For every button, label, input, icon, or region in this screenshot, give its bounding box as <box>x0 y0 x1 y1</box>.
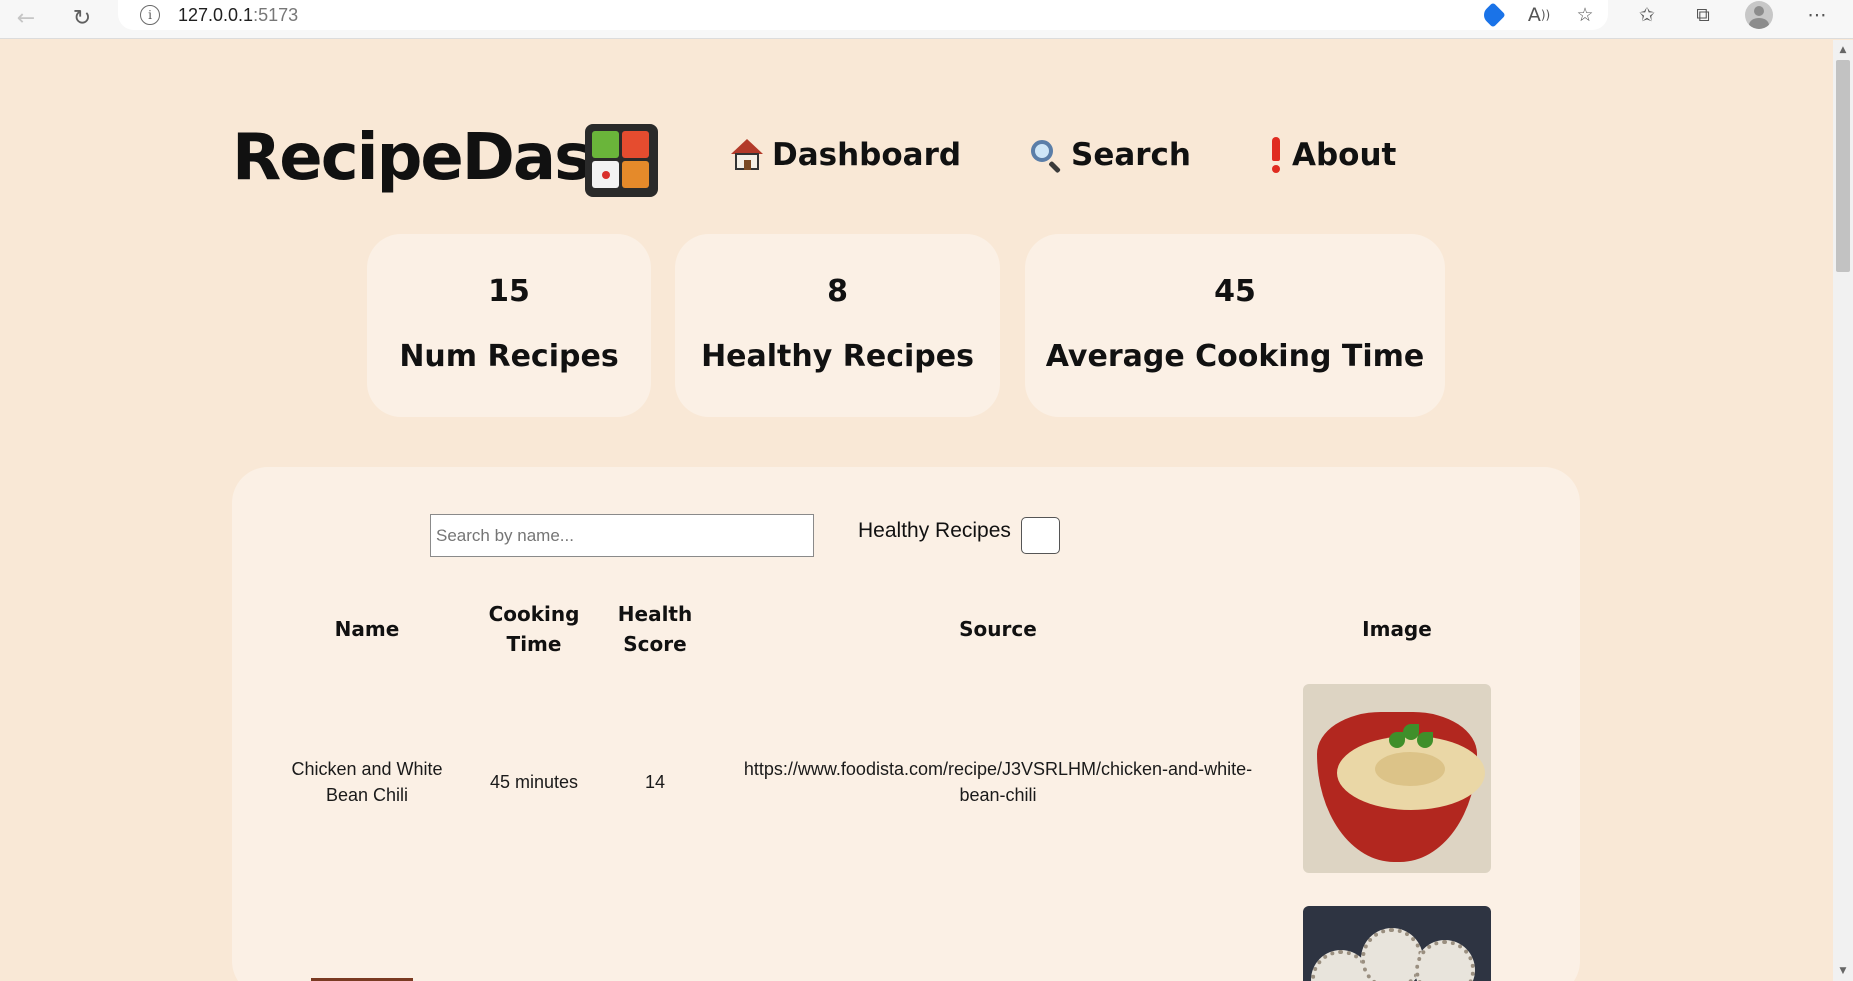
refresh-icon[interactable]: ↻ <box>66 2 98 34</box>
read-aloud-icon[interactable]: A)) <box>1524 0 1554 30</box>
bento-box-icon <box>585 124 658 197</box>
app-title: RecipeDash <box>232 121 636 195</box>
scroll-up-arrow-icon[interactable]: ▲ <box>1833 42 1853 58</box>
nav-dashboard-label: Dashboard <box>772 137 962 173</box>
stat-label: Healthy Recipes <box>701 339 974 374</box>
add-favorite-icon[interactable]: ☆ <box>1570 0 1600 30</box>
stat-label: Num Recipes <box>399 339 619 374</box>
stat-value: 15 <box>488 274 530 309</box>
back-arrow-icon[interactable]: ← <box>10 2 42 34</box>
health-score-cell: 14 <box>644 772 666 792</box>
source-url-cell: https://www.foodista.com/recipe/J3VSRLHM… <box>743 759 1253 805</box>
stat-card-num-recipes: 15 Num Recipes <box>367 234 651 417</box>
url-host: 127.0.0.1 <box>178 4 254 25</box>
profile-icon[interactable] <box>1744 0 1774 30</box>
magnifier-icon <box>1027 136 1065 174</box>
stat-value: 8 <box>827 274 848 309</box>
column-header-source: Source <box>959 617 1037 641</box>
column-header-image: Image <box>1362 617 1432 641</box>
nav-about-link[interactable]: About <box>1264 136 1396 174</box>
stat-card-healthy-recipes: 8 Healthy Recipes <box>675 234 1000 417</box>
collections-icon[interactable]: ⧉ <box>1688 0 1718 30</box>
column-header-health-score: Health Score <box>617 602 693 656</box>
healthy-filter-checkbox[interactable] <box>1021 517 1060 554</box>
shopping-tag-icon[interactable] <box>1478 0 1508 30</box>
exclamation-icon <box>1264 136 1286 174</box>
more-menu-icon[interactable]: ⋯ <box>1802 0 1832 30</box>
column-header-cooking-time: Cooking Time <box>488 602 580 656</box>
nav-about-label: About <box>1292 137 1397 173</box>
healthy-filter-label: Healthy Recipes <box>858 519 1011 542</box>
chili-bowl-photo <box>1303 684 1491 873</box>
nav-search-label: Search <box>1071 137 1192 173</box>
url-text[interactable]: 127.0.0.1:5173 <box>178 5 298 26</box>
search-input[interactable] <box>430 514 814 557</box>
browser-toolbar: ← ↻ i 127.0.0.1:5173 A)) ☆ ✩ ⧉ ⋯ <box>0 0 1853 39</box>
scroll-thumb[interactable] <box>1836 60 1850 272</box>
page-scrollbar[interactable]: ▲ ▼ <box>1833 40 1853 981</box>
url-port: :5173 <box>253 4 299 25</box>
scroll-down-arrow-icon[interactable]: ▼ <box>1833 963 1853 979</box>
stat-card-average-cooking-time: 45 Average Cooking Time <box>1025 234 1445 417</box>
snack-balls-photo <box>1303 906 1491 981</box>
nav-search-link[interactable]: Search <box>1027 136 1191 174</box>
cooking-time-cell: 45 minutes <box>489 772 579 792</box>
column-header-name: Name <box>334 617 400 641</box>
stat-label: Average Cooking Time <box>1045 339 1425 374</box>
house-icon <box>728 136 766 174</box>
address-bar[interactable]: i 127.0.0.1:5173 <box>118 0 1608 30</box>
favorites-icon[interactable]: ✩ <box>1632 0 1662 30</box>
stat-value: 45 <box>1214 274 1256 309</box>
recipe-name-cell: Chicken and White Bean Chili <box>291 759 443 805</box>
nav-dashboard-link[interactable]: Dashboard <box>728 136 961 174</box>
info-icon[interactable]: i <box>140 5 160 25</box>
